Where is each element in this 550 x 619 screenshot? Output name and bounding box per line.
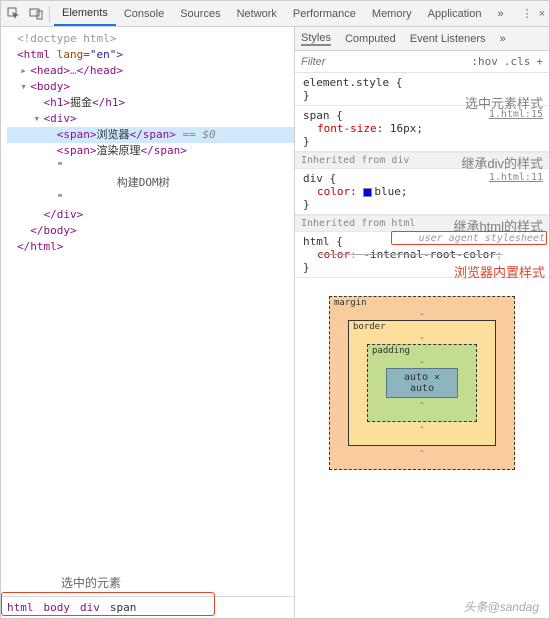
selector-div: div — [303, 172, 323, 185]
swatch-blue[interactable] — [363, 188, 372, 197]
bm-margin-label: margin — [334, 298, 367, 308]
rule-element-style[interactable]: element.style { } 选中元素样式 — [295, 73, 549, 106]
crumb-wrap: 选中的元素 html body div span — [1, 596, 294, 618]
ua-label: user agent stylesheet — [419, 233, 545, 244]
rule-div[interactable]: 1.html:11 div { color: blue; } — [295, 169, 549, 215]
devtools-toolbar: Elements Console Sources Network Perform… — [1, 1, 549, 27]
device-icon[interactable] — [27, 5, 45, 23]
dom-line[interactable]: <!doctype html> — [7, 31, 294, 47]
bm-dash: - — [367, 422, 477, 433]
dom-line[interactable]: </body> — [7, 223, 294, 239]
stab-computed[interactable]: Computed — [345, 33, 396, 45]
breadcrumb: html body div span — [1, 596, 294, 618]
inspect-icon[interactable] — [5, 5, 23, 23]
crumb-html[interactable]: html — [7, 601, 34, 614]
selector-elstyle: element.style — [303, 76, 389, 89]
selector-span: span — [303, 109, 330, 122]
styles-tabs: Styles Computed Event Listeners » — [295, 27, 549, 51]
styles-panel: Styles Computed Event Listeners » :hov .… — [295, 27, 549, 618]
tab-network[interactable]: Network — [229, 1, 285, 26]
val-color-div: blue — [374, 185, 401, 198]
prop-color-html: color — [317, 248, 350, 261]
dom-line[interactable]: <html lang="en"> — [7, 47, 294, 63]
menu-icon[interactable]: ⋮ — [522, 7, 533, 20]
inherit-div-bar: Inherited from div 继承div的样式 — [295, 152, 549, 169]
dom-line[interactable]: " — [7, 191, 294, 207]
bm-content: auto × auto — [386, 368, 458, 398]
stab-listeners[interactable]: Event Listeners — [410, 33, 486, 45]
dom-line[interactable]: <h1>掘金</h1> — [7, 95, 294, 111]
dom-line[interactable]: ▸<head>…</head> — [7, 63, 294, 79]
tab-console[interactable]: Console — [116, 1, 172, 26]
prop-fontsize: font-size — [317, 122, 377, 135]
bm-dash: - — [419, 309, 425, 320]
stab-styles[interactable]: Styles — [301, 32, 331, 46]
opt-cls[interactable]: .cls — [504, 55, 531, 68]
prop-color-div: color — [317, 185, 350, 198]
dom-line[interactable]: " — [7, 159, 294, 175]
dom-line[interactable]: <span>浏览器</span> == $0 — [7, 127, 294, 143]
close-icon[interactable]: × — [539, 8, 545, 20]
tab-elements[interactable]: Elements — [54, 1, 116, 26]
tabs-overflow[interactable]: » — [489, 1, 511, 26]
main-split: <!doctype html> <html lang="en"> ▸<head>… — [1, 27, 549, 618]
crumb-span[interactable]: span — [110, 601, 137, 614]
filter-row: :hov .cls + — [295, 51, 549, 73]
src-span[interactable]: 1.html:15 — [489, 109, 543, 120]
val-fontsize: 16px — [390, 122, 417, 135]
annot-ua: 浏览器内置样式 — [454, 262, 545, 281]
divider — [49, 6, 50, 22]
bm-dash: - — [348, 446, 496, 457]
opt-hov[interactable]: :hov — [471, 55, 498, 68]
devtools-root: { "topbar": { "tabs": ["Elements","Conso… — [0, 0, 550, 619]
rule-span[interactable]: 1.html:15 span { font-size: 16px; } — [295, 106, 549, 152]
crumb-div[interactable]: div — [80, 601, 100, 614]
bm-padding-label: padding — [372, 346, 410, 356]
opt-add[interactable]: + — [536, 55, 543, 68]
rules-list: element.style { } 选中元素样式 1.html:15 span … — [295, 73, 549, 470]
selector-html: html — [303, 235, 330, 248]
crumb-body[interactable]: body — [44, 601, 71, 614]
panel-tabs: Elements Console Sources Network Perform… — [54, 1, 512, 26]
toolbar-right: ⋮ × — [522, 7, 545, 20]
bm-dash: - — [386, 398, 458, 409]
tab-performance[interactable]: Performance — [285, 1, 364, 26]
stab-overflow[interactable]: » — [500, 33, 506, 45]
inherit-html-bar: Inherited from html 继承html的样式 — [295, 215, 549, 232]
inherit-html-label: Inherited from html — [301, 218, 415, 229]
box-model[interactable]: margin - border - padding - auto × auto … — [329, 296, 515, 470]
dom-line[interactable]: </div> — [7, 207, 294, 223]
dom-tree[interactable]: <!doctype html> <html lang="en"> ▸<head>… — [1, 27, 294, 596]
val-color-html: -internal-root-color — [363, 248, 495, 261]
dom-line[interactable]: <span>渲染原理</span> — [7, 143, 294, 159]
inherit-div-label: Inherited from div — [301, 155, 409, 166]
dom-line[interactable]: </html> — [7, 239, 294, 255]
tab-application[interactable]: Application — [420, 1, 490, 26]
dom-line[interactable]: ▾<body> — [7, 79, 294, 95]
src-div[interactable]: 1.html:11 — [489, 172, 543, 183]
bm-border-label: border — [353, 322, 386, 332]
bm-dash: - — [419, 333, 425, 344]
elements-panel: <!doctype html> <html lang="en"> ▸<head>… — [1, 27, 295, 618]
dom-line[interactable]: 构建DOM树 — [7, 175, 294, 191]
dom-line[interactable]: ▾<div> — [7, 111, 294, 127]
bm-dash: - — [419, 357, 425, 368]
crumb-annotation: 选中的元素 — [61, 574, 121, 591]
rule-html[interactable]: user agent stylesheet html { color: -int… — [295, 232, 549, 278]
filter-options: :hov .cls + — [465, 55, 549, 68]
filter-input[interactable] — [295, 56, 465, 68]
tab-memory[interactable]: Memory — [364, 1, 420, 26]
tab-sources[interactable]: Sources — [172, 1, 228, 26]
